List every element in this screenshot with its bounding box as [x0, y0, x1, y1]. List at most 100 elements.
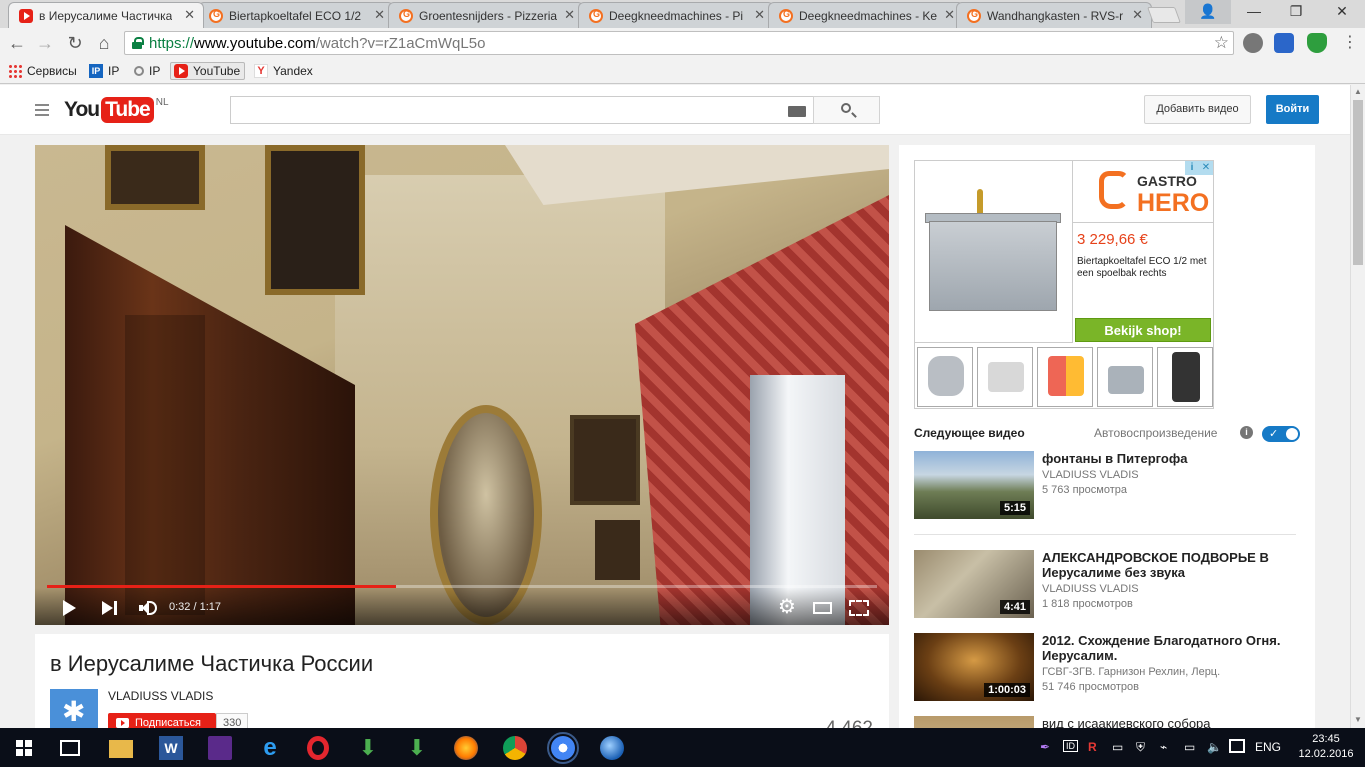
related-video-title[interactable]: АЛЕКСАНДРОВСКОЕ ПОДВОРЬЕ В Иерусалиме бе… [1042, 550, 1292, 580]
windows-start-icon[interactable] [16, 740, 32, 756]
related-video[interactable]: 5:15 фонтаны в Питергофа VLADIUSS VLADIS… [914, 451, 1296, 521]
ad-thumb-wine-cooler[interactable] [1157, 347, 1213, 407]
autoplay-toggle[interactable]: ✓ [1262, 426, 1300, 442]
tab-deegkneedmachines-1[interactable]: Deegkneedmachines - Pi ✕ [578, 2, 774, 28]
user-icon[interactable]: 👤 [1185, 0, 1231, 24]
shield-extension-icon[interactable] [1307, 33, 1327, 53]
video-player[interactable]: 0:32 / 1:17 [35, 145, 889, 625]
forward-icon[interactable]: → [34, 32, 56, 54]
related-video-title[interactable]: фонтаны в Питергофа [1042, 451, 1292, 466]
related-video-title[interactable]: вид с исаакиевского собора [1042, 716, 1292, 728]
guide-menu-icon[interactable] [35, 104, 49, 116]
save-disk-icon[interactable] [208, 736, 232, 760]
video-thumbnail[interactable]: 4:41 [914, 550, 1034, 618]
search-input[interactable] [230, 96, 814, 124]
close-icon[interactable]: ✕ [754, 7, 765, 23]
tray-r-icon[interactable]: R [1088, 740, 1097, 754]
bookmark-youtube[interactable]: YouTube [170, 62, 246, 80]
progress-bar[interactable] [47, 585, 877, 588]
back-icon[interactable]: ← [6, 32, 28, 54]
bookmark-ip[interactable]: IP IP [89, 62, 119, 80]
ad-product-image[interactable] [915, 161, 1073, 343]
channel-name[interactable]: VLADIUSS VLADIS [108, 689, 213, 703]
menu-icon[interactable]: ⋮ [1339, 32, 1361, 54]
tray-network-icon[interactable]: ⌁ [1160, 740, 1167, 754]
chrome-active-icon[interactable] [547, 732, 579, 764]
edge-icon[interactable]: e [258, 736, 282, 760]
youtube-logo[interactable]: You Tube NL [64, 97, 169, 125]
chrome-icon[interactable] [503, 736, 527, 760]
globe-app-icon[interactable] [600, 736, 624, 760]
video-thumbnail[interactable]: 5:15 [914, 451, 1034, 519]
theater-mode-icon[interactable] [813, 602, 832, 614]
volume-icon[interactable]: 🔈 [1207, 740, 1222, 754]
close-icon[interactable]: ✕ [564, 7, 575, 23]
tab-groentesnijders[interactable]: Groentesnijders - Pizzeria ✕ [388, 2, 584, 28]
page-scrollbar[interactable]: ▲ ▼ [1350, 85, 1365, 728]
close-window-button[interactable]: ✕ [1319, 0, 1365, 24]
next-video-icon[interactable] [102, 601, 120, 615]
ad-thumb-sink-table[interactable] [1097, 347, 1153, 407]
opera-icon[interactable] [307, 736, 329, 760]
tab-youtube[interactable]: в Иерусалиме Частичка ✕ [8, 2, 204, 28]
task-view-icon[interactable] [60, 740, 80, 756]
ad-thumb-induction-plate[interactable] [977, 347, 1033, 407]
close-icon[interactable]: ✕ [374, 7, 385, 23]
minimize-button[interactable]: — [1231, 0, 1277, 24]
restore-button[interactable]: ❐ [1273, 0, 1319, 24]
close-icon[interactable]: ✕ [184, 7, 195, 23]
new-tab-button[interactable] [1147, 7, 1181, 23]
video-thumbnail[interactable] [914, 716, 1034, 728]
word-icon[interactable]: W [159, 736, 183, 760]
ad-info-icon[interactable]: i [1185, 161, 1199, 175]
close-icon[interactable]: ✕ [944, 7, 955, 23]
home-icon[interactable]: ⌂ [93, 32, 115, 54]
notification-icon[interactable] [1229, 739, 1245, 753]
ad-thumb-slush-machine[interactable] [1037, 347, 1093, 407]
tray-app-icon[interactable]: ID [1063, 740, 1078, 752]
download-icon[interactable]: ⬇ [356, 736, 380, 760]
tray-shield-icon[interactable]: ⛨ [1136, 740, 1145, 755]
scroll-up-icon[interactable]: ▲ [1354, 87, 1362, 96]
bookmark-services[interactable]: Сервисы [8, 62, 77, 80]
channel-avatar[interactable] [50, 689, 98, 728]
language-indicator[interactable]: ENG [1255, 740, 1281, 754]
sign-in-button[interactable]: Войти [1266, 95, 1319, 124]
tray-battery-icon[interactable]: ▭ [1184, 740, 1195, 754]
bookmark-ip-search[interactable]: IP [134, 62, 160, 80]
clock-extension-icon[interactable] [1274, 33, 1294, 53]
settings-gear-icon[interactable] [778, 595, 796, 619]
globe-extension-icon[interactable] [1243, 33, 1263, 53]
tray-monitor-icon[interactable]: ▭ [1112, 740, 1123, 754]
ad-thumb-rice-cooker[interactable] [917, 347, 973, 407]
info-icon[interactable]: i [1240, 426, 1253, 439]
reload-icon[interactable]: ↻ [64, 32, 86, 54]
video-thumbnail[interactable]: 1:00:03 [914, 633, 1034, 701]
subscribe-button[interactable]: Подписаться [108, 713, 216, 728]
download-icon-2[interactable]: ⬇ [405, 736, 429, 760]
system-clock[interactable]: 23:45 12.02.2016 [1296, 732, 1356, 762]
play-icon[interactable] [63, 600, 76, 616]
pen-icon[interactable]: ✒ [1040, 740, 1050, 754]
related-video-title[interactable]: 2012. Схождение Благодатного Огня. Иерус… [1042, 633, 1292, 663]
file-explorer-icon[interactable] [109, 740, 133, 758]
firefox-icon[interactable] [454, 736, 478, 760]
tab-deegkneedmachines-2[interactable]: Deegkneedmachines - Ke ✕ [768, 2, 964, 28]
bookmark-yandex[interactable]: Y Yandex [254, 62, 313, 80]
keyboard-icon[interactable] [788, 106, 806, 117]
scrollbar-thumb[interactable] [1353, 100, 1363, 265]
upload-button[interactable]: Добавить видео [1144, 95, 1251, 124]
bookmark-star-icon[interactable]: ☆ [1214, 33, 1229, 53]
search-button[interactable] [813, 96, 880, 124]
ad-close-icon[interactable]: ✕ [1199, 161, 1213, 175]
close-icon[interactable]: ✕ [1132, 7, 1143, 23]
gastro-hero-ad[interactable]: GASTRO HERO i ✕ 3 229,66 € Biertapkoelta… [914, 160, 1214, 409]
tab-biertapkoeltafel[interactable]: Biertapkoeltafel ECO 1/2 ✕ [198, 2, 394, 28]
related-video[interactable]: 4:41 АЛЕКСАНДРОВСКОЕ ПОДВОРЬЕ В Иерусали… [914, 550, 1296, 620]
ad-shop-button[interactable]: Bekijk shop! [1075, 318, 1211, 342]
scroll-down-icon[interactable]: ▼ [1354, 715, 1362, 724]
related-video[interactable]: 1:00:03 2012. Схождение Благодатного Огн… [914, 633, 1296, 703]
address-bar[interactable]: https://www.youtube.com/watch?v=rZ1aCmWq… [124, 31, 1234, 55]
tab-wandhangkasten[interactable]: Wandhangkasten - RVS-r ✕ [956, 2, 1152, 28]
related-video[interactable]: вид с исаакиевского собора [914, 716, 1296, 728]
